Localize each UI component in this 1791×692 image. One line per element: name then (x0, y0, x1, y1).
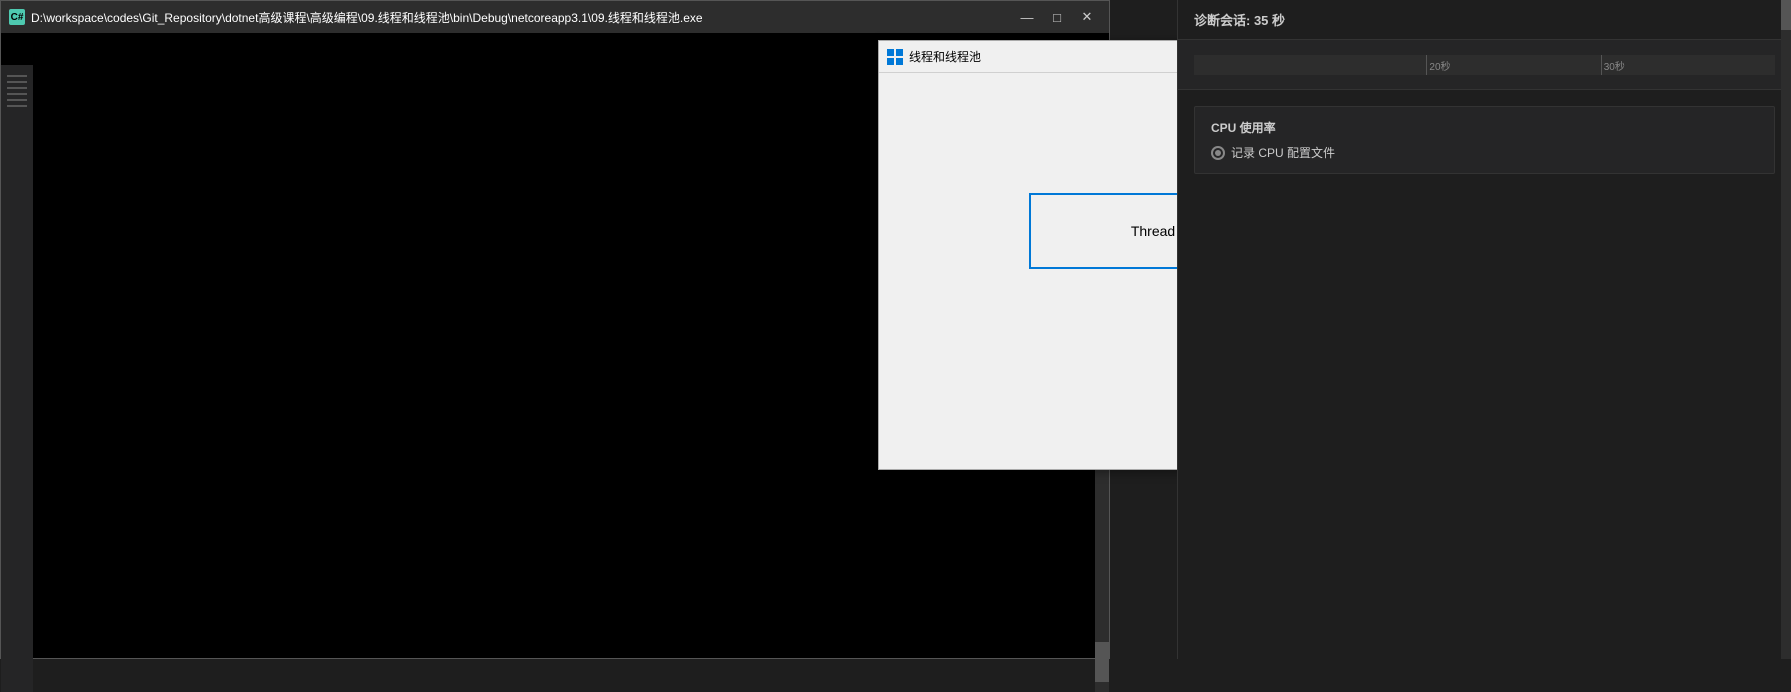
diagnostics-session-label: 诊断会话: 35 秒 (1194, 10, 1285, 29)
diagnostics-content: CPU 使用率 记录 CPU 配置文件 (1178, 90, 1791, 659)
cpu-profile-option[interactable]: 记录 CPU 配置文件 (1211, 144, 1758, 161)
diagnostics-header: 诊断会话: 35 秒 (1178, 0, 1791, 40)
panel-marker-1 (7, 75, 27, 77)
timeline-bar: 20秒 30秒 (1194, 55, 1775, 75)
timeline-tick-2: 30秒 (1601, 55, 1625, 75)
console-scrollbar-thumb[interactable] (1095, 642, 1109, 682)
panel-marker-3 (7, 87, 27, 89)
console-minimize-button[interactable]: — (1013, 7, 1041, 27)
timeline-tick-1-label: 20秒 (1429, 58, 1450, 73)
panel-marker-4 (7, 93, 27, 95)
right-edge-scrollbar-thumb[interactable] (1781, 0, 1791, 30)
cpu-section-title: CPU 使用率 (1211, 119, 1758, 136)
panel-marker-5 (7, 99, 27, 101)
timeline-tick-2-label: 30秒 (1604, 58, 1625, 73)
console-title: D:\workspace\codes\Git_Repository\dotnet… (31, 9, 1013, 26)
panel-marker-2 (7, 81, 27, 83)
panel-marker-6 (7, 105, 27, 107)
cpu-profile-radio[interactable] (1211, 146, 1225, 160)
console-close-button[interactable]: ✕ (1073, 7, 1101, 27)
console-maximize-button[interactable]: □ (1043, 7, 1071, 27)
console-app-icon: C# (9, 9, 25, 25)
winforms-app-icon (887, 49, 903, 65)
timeline-tick-1: 20秒 (1426, 55, 1450, 75)
radio-inner (1215, 150, 1221, 156)
console-window-controls: — □ ✕ (1013, 7, 1101, 27)
console-titlebar: C# D:\workspace\codes\Git_Repository\dot… (1, 1, 1109, 33)
timeline-area: 20秒 30秒 (1178, 40, 1791, 90)
right-edge-scrollbar[interactable] (1781, 0, 1791, 659)
cpu-profile-label: 记录 CPU 配置文件 (1231, 144, 1335, 161)
console-left-panel (1, 65, 33, 692)
diagnostics-panel: 诊断会话: 35 秒 20秒 30秒 CPU 使用率 记录 CPU 配置文件 (1177, 0, 1791, 659)
cpu-section: CPU 使用率 记录 CPU 配置文件 (1194, 106, 1775, 174)
